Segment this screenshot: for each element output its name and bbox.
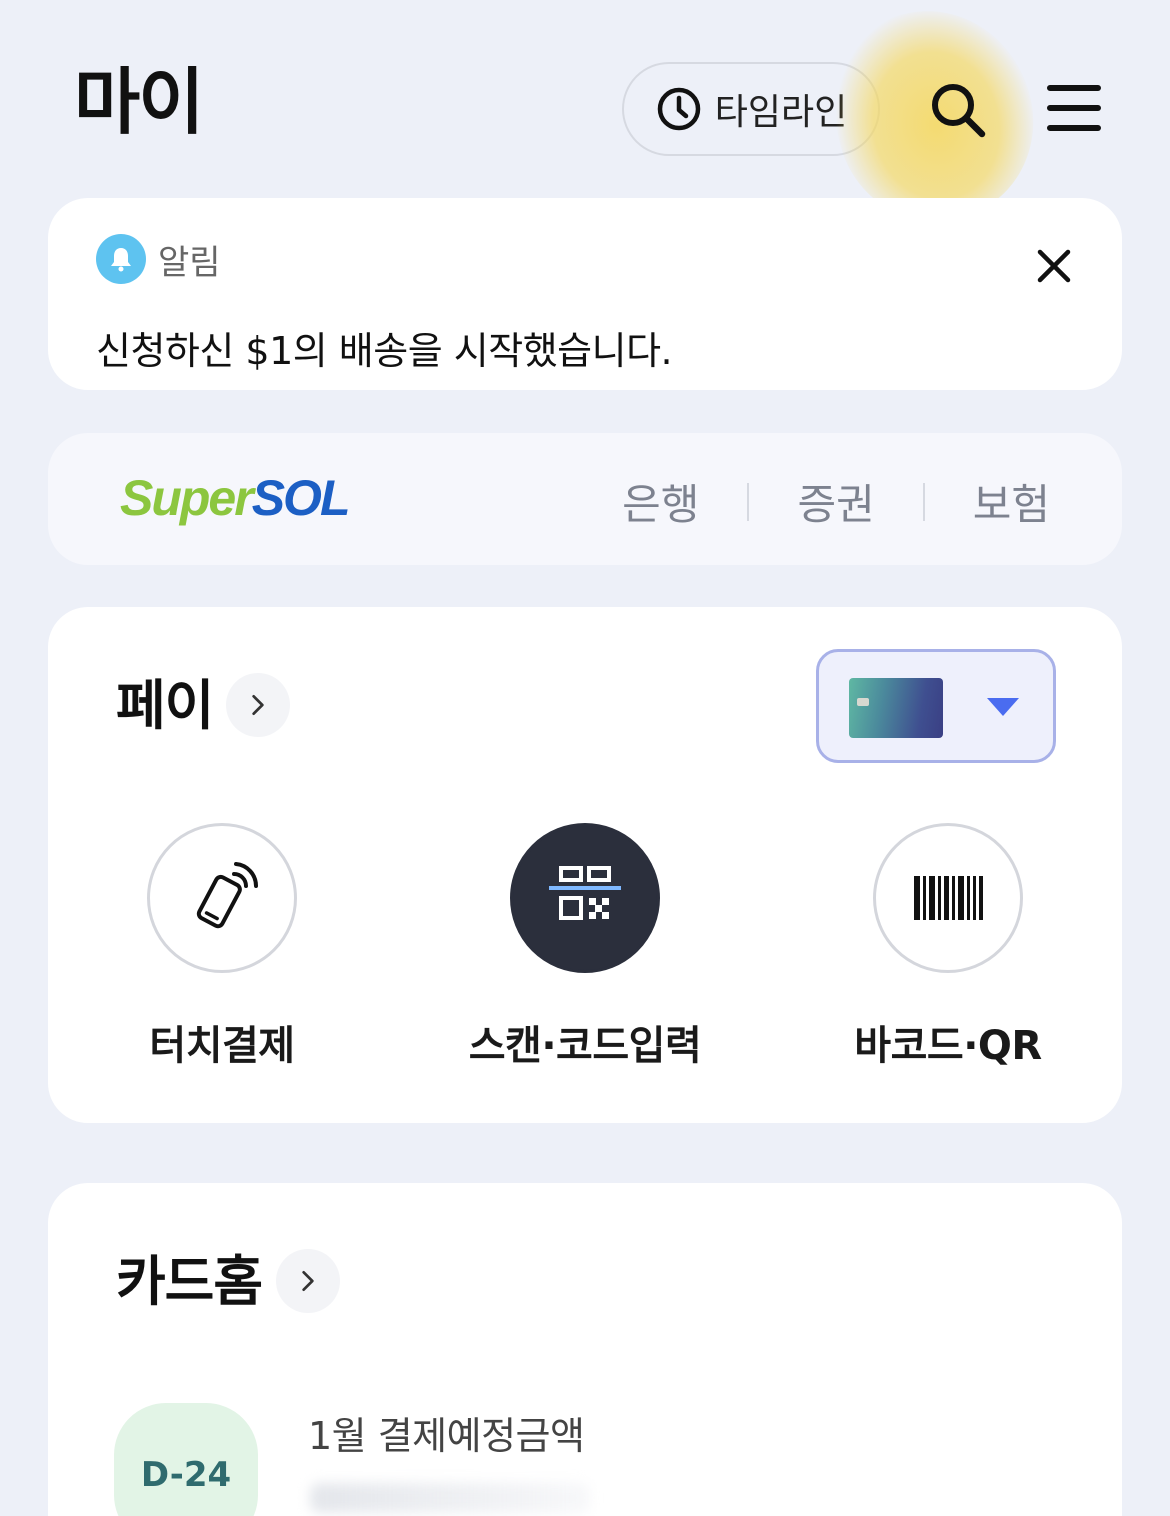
card-thumbnail — [849, 678, 943, 738]
bell-icon — [96, 234, 146, 284]
link-insurance[interactable]: 보험 — [973, 471, 1050, 532]
divider — [747, 482, 750, 521]
supersol-logo[interactable]: SuperSOL — [120, 469, 351, 527]
close-icon[interactable] — [1034, 246, 1074, 286]
due-amount-label[interactable]: 1월 결제예정금액 — [308, 1405, 585, 1460]
card-home-more-button[interactable] — [276, 1249, 340, 1313]
supersol-links: 은행 증권 보험 — [622, 471, 1050, 532]
page-title: 마이 — [74, 60, 204, 144]
barcode-qr-ring — [873, 823, 1023, 973]
touch-pay-ring — [147, 823, 297, 973]
link-securities[interactable]: 증권 — [797, 471, 874, 532]
chevron-right-icon — [252, 694, 264, 716]
notice-label: 알림 — [158, 242, 221, 283]
card-chip — [857, 698, 869, 706]
notice-card[interactable]: 알림 신청하신 $1의 배송을 시작했습니다. — [48, 198, 1122, 390]
scan-code-label: 스캔·코드입력 — [468, 1023, 702, 1069]
due-amount-masked — [310, 1483, 590, 1513]
link-bank[interactable]: 은행 — [622, 471, 699, 532]
pay-card: 페이 터치결제 스캔·코드입력 바코드·QR — [48, 607, 1122, 1123]
scan-code-ring — [510, 823, 660, 973]
phone-tap-icon — [196, 862, 259, 929]
barcode-qr-button[interactable]: 바코드·QR — [798, 823, 1098, 1071]
timeline-label: 타임라인 — [714, 92, 848, 133]
card-home-title[interactable]: 카드홈 — [116, 1255, 263, 1309]
notice-header: 알림 — [96, 234, 221, 284]
my-page: 마이 타임라인 알림 신청하신 $1의 배송을 시작했습니다. SuperSOL… — [0, 0, 1170, 1516]
dday-badge: D-24 — [114, 1403, 258, 1516]
pay-more-button[interactable] — [226, 673, 290, 737]
barcode-qr-label: 바코드·QR — [854, 1023, 1042, 1069]
caret-down-icon — [987, 698, 1019, 716]
card-home-card: 카드홈 D-24 1월 결제예정금액 — [48, 1183, 1122, 1516]
barcode-icon — [914, 876, 983, 920]
touch-pay-label: 터치결제 — [149, 1023, 295, 1069]
pay-title[interactable]: 페이 — [116, 679, 214, 733]
touch-pay-button[interactable]: 터치결제 — [72, 823, 372, 1071]
menu-icon[interactable] — [1046, 80, 1102, 136]
logo-sol-text: SOL — [251, 470, 351, 526]
card-selector[interactable] — [816, 649, 1056, 763]
logo-super-text: Super — [120, 470, 254, 526]
scan-code-button[interactable]: 스캔·코드입력 — [435, 823, 735, 1071]
notice-message: 신청하신 $1의 배송을 시작했습니다. — [96, 329, 673, 373]
chevron-right-icon — [302, 1270, 314, 1292]
search-icon[interactable] — [926, 78, 990, 142]
supersol-card: SuperSOL 은행 증권 보험 — [48, 433, 1122, 565]
clock-icon — [657, 87, 700, 131]
qr-scan-icon — [549, 866, 621, 920]
divider — [922, 482, 925, 521]
